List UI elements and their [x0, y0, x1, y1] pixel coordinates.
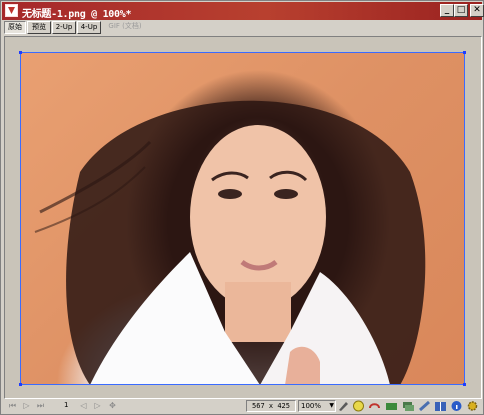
- loop-icon[interactable]: ✥: [108, 401, 117, 410]
- document-window: 无标题-1.png @ 100%* _ □ ✕ 原始 预览 2-Up 4-Up …: [0, 0, 484, 415]
- quick-export-icon[interactable]: [352, 400, 365, 412]
- selection-guide-bottom: [20, 384, 465, 385]
- link-icon[interactable]: [418, 400, 431, 412]
- portrait-illustration: [34, 100, 426, 385]
- tab-preview[interactable]: 预览: [27, 21, 51, 34]
- maximize-button[interactable]: □: [454, 4, 468, 17]
- layers-icon[interactable]: [402, 400, 415, 412]
- gear-icon[interactable]: [466, 400, 479, 412]
- last-frame-icon[interactable]: ⏭: [36, 401, 45, 410]
- rotate-icon[interactable]: [368, 400, 381, 412]
- window-title: 无标题-1.png @ 100%*: [22, 9, 132, 20]
- title-bar[interactable]: 无标题-1.png @ 100%* _ □ ✕: [2, 2, 484, 20]
- tab-gif-document: GIF (文档): [102, 21, 148, 34]
- maximize-icon: □: [456, 5, 466, 15]
- zoom-select[interactable]: 100% ▼: [298, 400, 336, 412]
- book-icon[interactable]: [434, 400, 447, 412]
- close-button[interactable]: ✕: [470, 4, 484, 17]
- selection-handle-bottom-left[interactable]: [19, 383, 22, 386]
- first-frame-icon[interactable]: ⏮: [8, 401, 17, 410]
- optimize-icon[interactable]: [385, 400, 398, 412]
- status-bar: ⏮ ▷ ⏭ 1 ◁ ▷ ✥ 567 x 425 100% ▼: [4, 399, 482, 413]
- tab-2up[interactable]: 2-Up: [52, 21, 76, 34]
- info-icon[interactable]: [450, 400, 463, 412]
- selection-guide-top: [20, 52, 465, 53]
- selection-handle-top-right[interactable]: [463, 51, 466, 54]
- zoom-value: 100%: [301, 402, 322, 410]
- minimize-icon: _: [444, 5, 450, 15]
- canvas-area[interactable]: [4, 36, 482, 399]
- close-icon: ✕: [473, 5, 481, 15]
- tab-original[interactable]: 原始: [4, 21, 26, 34]
- next-frame-icon[interactable]: ▷: [93, 401, 102, 410]
- selection-handle-top-left[interactable]: [19, 51, 22, 54]
- selection-handle-bottom-right[interactable]: [463, 383, 466, 386]
- tab-4up[interactable]: 4-Up: [77, 21, 101, 34]
- selection-guide-left: [20, 52, 21, 385]
- prev-frame-icon[interactable]: ◁: [79, 401, 88, 410]
- play-icon[interactable]: ▷: [22, 401, 31, 410]
- selection-guide-right: [464, 52, 465, 385]
- frame-number: 1: [64, 401, 69, 409]
- chevron-down-icon: ▼: [329, 402, 334, 409]
- portrait-photo[interactable]: [20, 52, 465, 385]
- fireworks-document-icon[interactable]: [5, 4, 18, 17]
- pencil-icon[interactable]: [337, 400, 350, 412]
- image-dimensions[interactable]: 567 x 425: [246, 400, 296, 412]
- minimize-button[interactable]: _: [440, 4, 454, 17]
